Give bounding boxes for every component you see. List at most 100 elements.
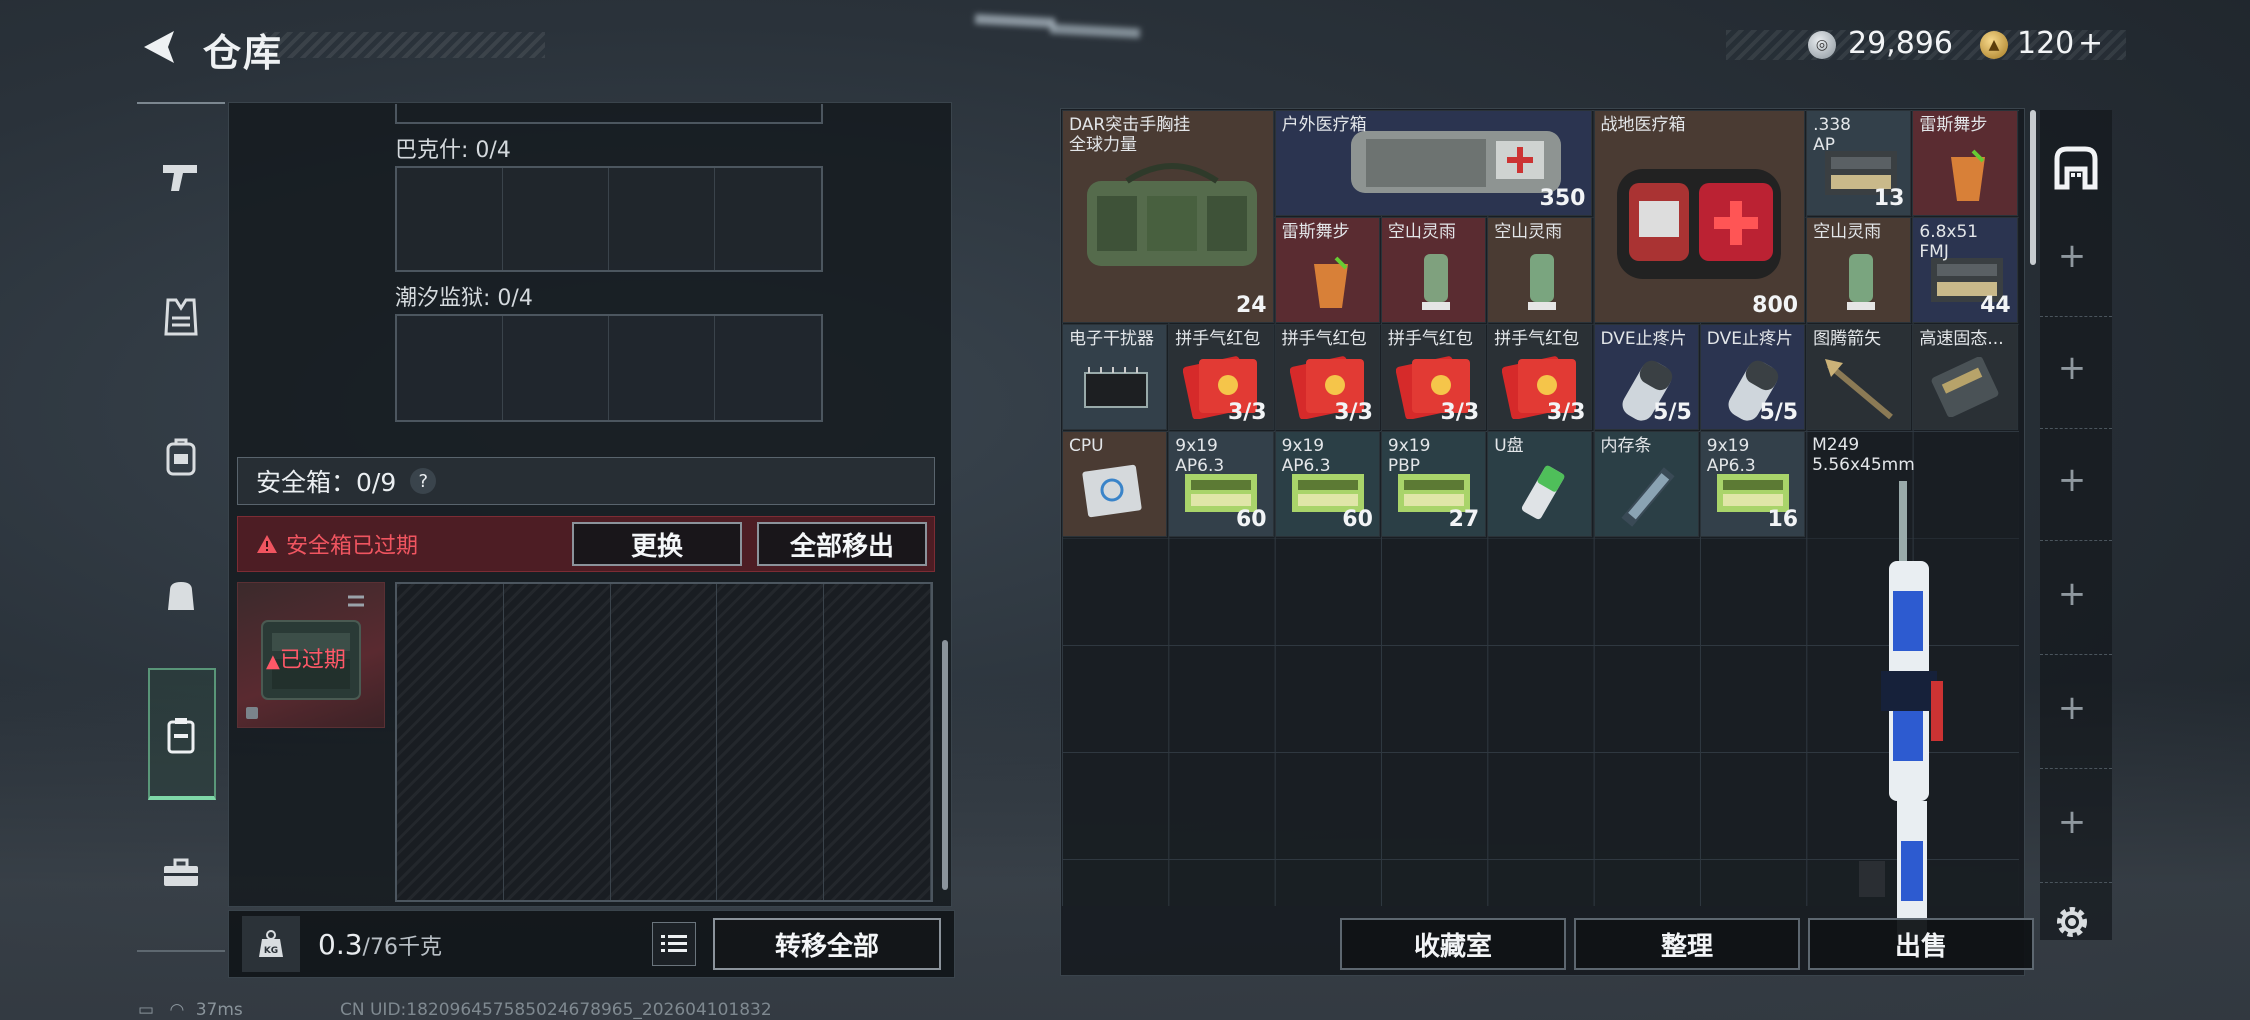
stash-item[interactable]: 拼手气红包 3/3 xyxy=(1274,324,1380,430)
nav-backpack[interactable] xyxy=(150,426,212,488)
add-tab-button[interactable]: + xyxy=(2050,802,2094,842)
stash-item[interactable]: 高速固态... xyxy=(1912,324,2018,430)
collection-room-button[interactable]: 收藏室 xyxy=(1340,918,1566,970)
cocktail-image xyxy=(1951,149,1986,201)
stash-item[interactable]: 雷斯舞步 xyxy=(1912,110,2018,216)
stash-item-name: 9x19 PBP xyxy=(1387,436,1431,476)
slot-grid-tidal-prison[interactable] xyxy=(395,314,823,422)
add-tab-button[interactable]: + xyxy=(2050,460,2094,500)
stash-item-name: 战地医疗箱 xyxy=(1600,115,1686,135)
slot-grid-bakeshi[interactable] xyxy=(395,166,823,272)
add-tab-button[interactable]: + xyxy=(2050,348,2094,388)
tab-separator xyxy=(2040,316,2112,317)
nav-armor[interactable] xyxy=(150,286,212,348)
stash-item[interactable]: M249 5.56x45mmSPEED xyxy=(1806,431,2018,965)
stash-item-name: 9x19 AP6.3 xyxy=(1175,436,1225,476)
stash-item-name: 内存条 xyxy=(1600,436,1652,456)
vest-icon xyxy=(164,298,198,336)
stash-item-name: 9x19 AP6.3 xyxy=(1281,436,1331,476)
organize-button[interactable]: 整理 xyxy=(1574,918,1800,970)
stash-item[interactable]: 9x19 AP6.3 16 xyxy=(1699,431,1806,537)
grid-slot[interactable] xyxy=(715,168,821,270)
stash-item[interactable]: CPU xyxy=(1062,431,1168,537)
stash-item-name: 6.8x51 FMJ xyxy=(1919,222,1979,262)
grid-slot[interactable] xyxy=(609,316,715,420)
ssd-image xyxy=(1932,357,1999,417)
wifi-icon: ◠ xyxy=(169,1000,185,1020)
stash-item[interactable]: 战地医疗箱 800 xyxy=(1593,110,1806,323)
stash-item-quantity: 44 xyxy=(1980,293,2011,318)
nav-pouch[interactable] xyxy=(150,564,212,626)
stash-item[interactable]: U盘 xyxy=(1487,431,1593,537)
replace-button[interactable]: 更换 xyxy=(572,522,742,566)
stash-item[interactable]: 拼手气红包 3/3 xyxy=(1168,324,1274,430)
svg-text:KG: KG xyxy=(264,946,278,956)
grid-slot[interactable] xyxy=(397,168,503,270)
nav-toolbox[interactable] xyxy=(150,842,212,904)
stash-item[interactable]: 户外医疗箱 350 xyxy=(1274,110,1593,216)
stash-item-name: 电子干扰器 xyxy=(1069,329,1154,349)
stash-item[interactable]: 空山灵雨 xyxy=(1806,217,1912,323)
back-arrow-icon xyxy=(144,31,174,63)
back-button[interactable] xyxy=(138,25,182,69)
grid-slot[interactable] xyxy=(397,316,503,420)
gold-currency-value: 120 xyxy=(2017,26,2075,61)
stash-item-name: .338 AP xyxy=(1813,115,1851,155)
safe-box-icon xyxy=(167,718,195,754)
side-tab-stash[interactable] xyxy=(2048,140,2104,196)
stash-item[interactable]: 9x19 AP6.3 60 xyxy=(1168,431,1274,537)
add-tab-button[interactable]: + xyxy=(2050,236,2094,276)
stash-item-quantity: 3/3 xyxy=(1227,400,1267,425)
stash-item[interactable]: DVE止疼片 5/5 xyxy=(1699,324,1806,430)
stash-item[interactable]: 图腾箭矢 xyxy=(1806,324,1912,430)
stash-item[interactable]: 9x19 PBP 27 xyxy=(1380,431,1487,537)
pistol-icon xyxy=(163,165,197,191)
grid-slot[interactable] xyxy=(609,168,715,270)
nav-divider xyxy=(137,102,225,104)
stash-item-name: M249 5.56x45mm xyxy=(1812,435,1915,475)
stash-scrollbar[interactable] xyxy=(2030,110,2036,265)
add-currency-button[interactable]: + xyxy=(2078,26,2103,61)
sell-button[interactable]: 出售 xyxy=(1808,918,2034,970)
settings-button[interactable] xyxy=(2050,900,2094,944)
add-tab-button[interactable]: + xyxy=(2050,574,2094,614)
stash-item[interactable]: 拼手气红包 3/3 xyxy=(1487,324,1593,430)
add-tab-button[interactable]: + xyxy=(2050,688,2094,728)
gold-coin-icon: ▲ xyxy=(1980,31,2008,59)
stash-item-name: DAR突击手胸挂 全球力量 xyxy=(1069,115,1191,155)
stash-item[interactable]: 6.8x51 FMJ 44 xyxy=(1912,217,2018,323)
help-button[interactable]: ? xyxy=(410,468,437,494)
grid-slot[interactable] xyxy=(503,168,609,270)
tab-separator xyxy=(2040,540,2112,541)
stash-item[interactable]: .338 AP 13 xyxy=(1806,110,1912,216)
stash-item-name: 空山灵雨 xyxy=(1387,222,1456,242)
stash-item-quantity: 16 xyxy=(1767,507,1799,532)
nav-weapons[interactable] xyxy=(150,146,212,208)
grid-slot[interactable] xyxy=(503,316,609,420)
left-scrollbar[interactable] xyxy=(942,640,948,890)
stash-item[interactable]: 9x19 AP6.3 60 xyxy=(1274,431,1380,537)
grid-slot[interactable] xyxy=(715,316,821,420)
stash-item[interactable]: DAR突击手胸挂 全球力量 24 xyxy=(1062,110,1274,323)
stash-item[interactable]: 拼手气红包 3/3 xyxy=(1380,324,1487,430)
nav-safebox[interactable] xyxy=(150,704,212,766)
list-view-button[interactable] xyxy=(652,922,696,966)
stash-item-name: 雷斯舞步 xyxy=(1919,115,1988,135)
stash-item[interactable]: 空山灵雨 xyxy=(1487,217,1593,323)
stash-item[interactable]: DVE止疼片 5/5 xyxy=(1593,324,1699,430)
m249-image xyxy=(1859,481,1944,941)
silver-coin-icon: ◎ xyxy=(1808,31,1836,59)
usb-drive-image xyxy=(1522,465,1565,520)
stash-item-name: 高速固态... xyxy=(1919,329,2004,349)
safe-box-grid[interactable] xyxy=(395,582,933,902)
transfer-all-button[interactable]: 转移全部 xyxy=(713,918,941,970)
stash-item-name: 拼手气红包 xyxy=(1494,329,1580,349)
stash-item[interactable]: 空山灵雨 xyxy=(1380,217,1487,323)
previous-grid-bottom xyxy=(395,104,823,124)
stash-item[interactable]: 电子干扰器 xyxy=(1062,324,1168,430)
remove-all-button[interactable]: 全部移出 xyxy=(757,522,927,566)
stash-item[interactable]: 雷斯舞步 xyxy=(1274,217,1380,323)
vial-image xyxy=(1847,254,1876,310)
stash-item[interactable]: 内存条 xyxy=(1593,431,1699,537)
stash-item-name: DVE止疼片 xyxy=(1600,329,1687,349)
